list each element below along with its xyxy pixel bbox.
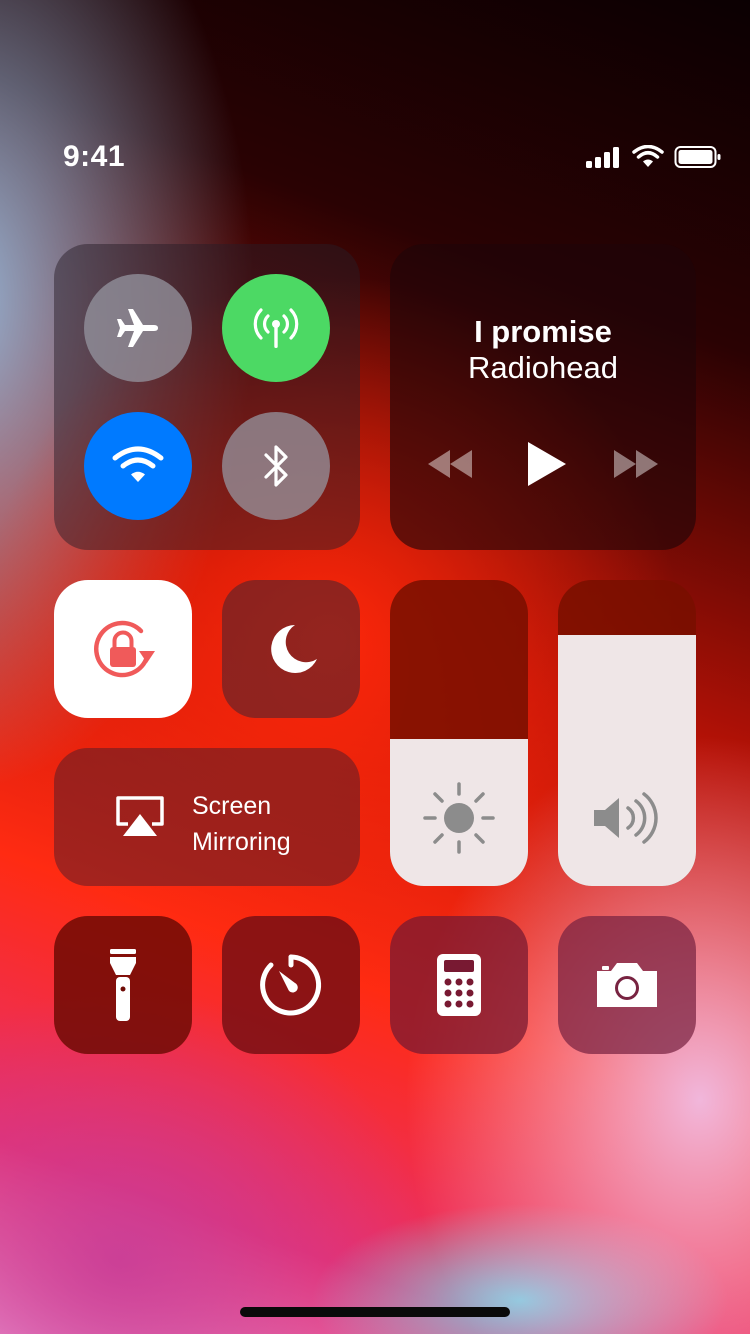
track-artist: Radiohead (468, 350, 618, 385)
wifi-toggle[interactable] (84, 412, 192, 520)
status-time: 9:41 (63, 140, 126, 173)
volume-slider[interactable] (558, 580, 696, 886)
airplane-icon (117, 309, 158, 347)
antenna-icon (253, 308, 299, 348)
bluetooth-toggle[interactable] (222, 412, 330, 520)
airplane-mode-toggle[interactable] (84, 274, 192, 382)
wifi-icon (112, 446, 164, 482)
connectivity-panel (54, 244, 360, 550)
moon-icon (271, 625, 317, 673)
brightness-slider[interactable] (390, 580, 528, 886)
timer-button[interactable] (222, 916, 360, 1054)
battery-icon (674, 146, 721, 168)
cellular-signal-icon (586, 147, 619, 168)
home-indicator[interactable] (240, 1307, 510, 1317)
screen-mirroring-line2: Mirroring (192, 828, 291, 856)
camera-icon (597, 963, 657, 1007)
now-playing-panel[interactable]: I promise Radiohead (390, 244, 696, 550)
sun-icon (423, 782, 495, 854)
camera-button[interactable] (558, 916, 696, 1054)
screen-mirroring-button[interactable]: Screen Mirroring (54, 748, 360, 886)
timer-icon (260, 954, 322, 1016)
status-icons (586, 144, 722, 170)
flashlight-icon (110, 949, 136, 1021)
rotation-lock-icon (94, 620, 155, 678)
cellular-data-toggle[interactable] (222, 274, 330, 382)
airplay-icon (116, 796, 164, 836)
do-not-disturb-toggle[interactable] (222, 580, 360, 718)
volume-level (558, 635, 696, 886)
calculator-icon (437, 954, 481, 1016)
track-title: I promise (474, 314, 612, 349)
speaker-icon (594, 792, 658, 844)
bluetooth-icon (264, 445, 288, 487)
screen-mirroring-label: Screen Mirroring (192, 788, 291, 860)
orientation-lock-toggle[interactable] (54, 580, 192, 718)
fast-forward-icon[interactable] (610, 446, 662, 482)
screen-mirroring-line1: Screen (192, 792, 272, 820)
wifi-icon (632, 145, 664, 167)
play-icon[interactable] (524, 440, 570, 488)
flashlight-button[interactable] (54, 916, 192, 1054)
calculator-button[interactable] (390, 916, 528, 1054)
rewind-icon[interactable] (424, 446, 476, 482)
